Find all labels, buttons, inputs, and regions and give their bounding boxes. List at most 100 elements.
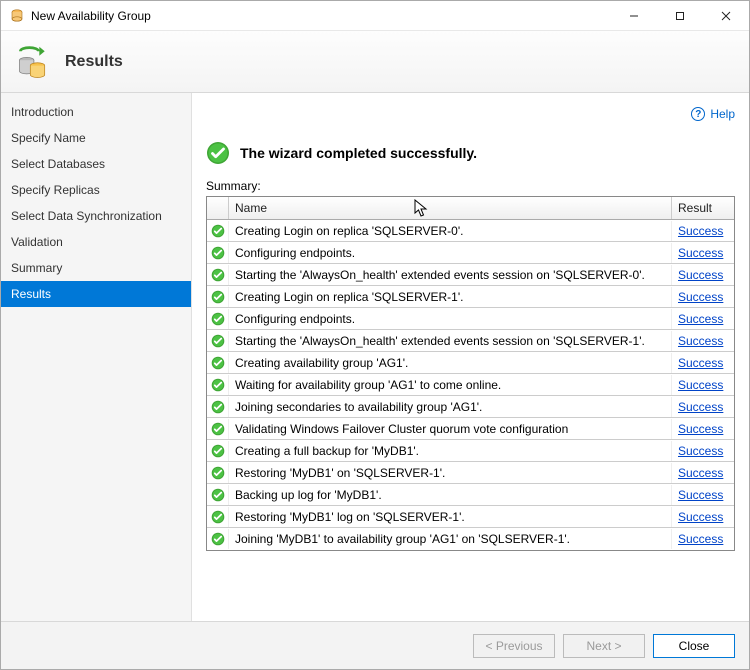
footer: < Previous Next > Close (1, 621, 749, 669)
page-title: Results (65, 53, 123, 71)
result-link[interactable]: Success (678, 224, 723, 238)
sidebar-item-introduction[interactable]: Introduction (1, 99, 191, 125)
step-result: Success (672, 419, 734, 439)
check-icon (207, 243, 229, 263)
grid-header: Name Result (207, 197, 734, 220)
sidebar-item-specify-name[interactable]: Specify Name (1, 125, 191, 151)
close-button[interactable] (703, 1, 749, 31)
result-link[interactable]: Success (678, 422, 723, 436)
table-row: Restoring 'MyDB1' on 'SQLSERVER-1'. Succe… (207, 462, 734, 484)
table-row: Starting the 'AlwaysOn_health' extended … (207, 264, 734, 286)
result-link[interactable]: Success (678, 378, 723, 392)
result-link[interactable]: Success (678, 510, 723, 524)
table-row: Backing up log for 'MyDB1'. Success (207, 484, 734, 506)
table-row: Creating Login on replica 'SQLSERVER-1'.… (207, 286, 734, 308)
step-result: Success (672, 485, 734, 505)
step-result: Success (672, 507, 734, 527)
maximize-button[interactable] (657, 1, 703, 31)
close-wizard-button[interactable]: Close (653, 634, 735, 658)
sidebar-item-results[interactable]: Results (1, 281, 191, 307)
wizard-window: New Availability Group Results Introduct… (0, 0, 750, 670)
table-row: Restoring 'MyDB1' log on 'SQLSERVER-1'. S… (207, 506, 734, 528)
status-text: The wizard completed successfully. (240, 145, 477, 161)
step-name: Starting the 'AlwaysOn_health' extended … (229, 331, 672, 351)
window-title: New Availability Group (31, 9, 611, 23)
wizard-body: IntroductionSpecify NameSelect Databases… (1, 93, 749, 621)
grid-header-result[interactable]: Result (672, 197, 734, 219)
check-icon (207, 287, 229, 307)
help-icon: ? (691, 107, 705, 121)
result-link[interactable]: Success (678, 268, 723, 282)
step-name: Validating Windows Failover Cluster quor… (229, 419, 672, 439)
result-link[interactable]: Success (678, 290, 723, 304)
main-panel: ? Help The wizard completed successfully… (192, 93, 749, 621)
step-result: Success (672, 441, 734, 461)
step-result: Success (672, 265, 734, 285)
check-icon (207, 309, 229, 329)
result-link[interactable]: Success (678, 466, 723, 480)
check-icon (207, 507, 229, 527)
step-name: Configuring endpoints. (229, 309, 672, 329)
result-link[interactable]: Success (678, 532, 723, 546)
check-icon (207, 331, 229, 351)
table-row: Joining secondaries to availability grou… (207, 396, 734, 418)
sidebar: IntroductionSpecify NameSelect Databases… (1, 93, 192, 621)
check-icon (207, 375, 229, 395)
app-icon (9, 8, 25, 24)
help-link[interactable]: Help (710, 107, 735, 121)
step-name: Configuring endpoints. (229, 243, 672, 263)
summary-label: Summary: (206, 179, 735, 193)
step-result: Success (672, 287, 734, 307)
help-area: ? Help (206, 103, 735, 125)
step-result: Success (672, 375, 734, 395)
result-link[interactable]: Success (678, 246, 723, 260)
minimize-button[interactable] (611, 1, 657, 31)
table-row: Configuring endpoints. Success (207, 308, 734, 330)
result-link[interactable]: Success (678, 356, 723, 370)
step-result: Success (672, 463, 734, 483)
sidebar-item-select-data-synchronization[interactable]: Select Data Synchronization (1, 203, 191, 229)
result-link[interactable]: Success (678, 334, 723, 348)
titlebar: New Availability Group (1, 1, 749, 31)
step-name: Creating Login on replica 'SQLSERVER-1'. (229, 287, 672, 307)
check-icon (207, 419, 229, 439)
step-name: Joining 'MyDB1' to availability group 'A… (229, 529, 672, 549)
grid-header-name[interactable]: Name (229, 197, 672, 219)
table-row: Starting the 'AlwaysOn_health' extended … (207, 330, 734, 352)
check-icon (207, 529, 229, 549)
result-link[interactable]: Success (678, 444, 723, 458)
step-name: Creating availability group 'AG1'. (229, 353, 672, 373)
database-icon (15, 44, 51, 80)
check-icon (207, 265, 229, 285)
grid-body: Creating Login on replica 'SQLSERVER-0'.… (207, 220, 734, 550)
step-name: Restoring 'MyDB1' log on 'SQLSERVER-1'. (229, 507, 672, 527)
step-name: Creating a full backup for 'MyDB1'. (229, 441, 672, 461)
check-icon (207, 353, 229, 373)
status-line: The wizard completed successfully. (206, 141, 735, 165)
check-icon (207, 485, 229, 505)
previous-button: < Previous (473, 634, 555, 658)
sidebar-item-summary[interactable]: Summary (1, 255, 191, 281)
step-name: Backing up log for 'MyDB1'. (229, 485, 672, 505)
step-result: Success (672, 309, 734, 329)
table-row: Creating Login on replica 'SQLSERVER-0'.… (207, 220, 734, 242)
result-link[interactable]: Success (678, 400, 723, 414)
grid-header-icon (207, 197, 229, 219)
step-result: Success (672, 529, 734, 549)
sidebar-item-select-databases[interactable]: Select Databases (1, 151, 191, 177)
sidebar-item-specify-replicas[interactable]: Specify Replicas (1, 177, 191, 203)
check-icon (207, 441, 229, 461)
sidebar-item-validation[interactable]: Validation (1, 229, 191, 255)
wizard-header: Results (1, 31, 749, 93)
table-row: Waiting for availability group 'AG1' to … (207, 374, 734, 396)
results-grid: Name Result Creating Login on replica 'S… (206, 196, 735, 551)
result-link[interactable]: Success (678, 488, 723, 502)
table-row: Creating a full backup for 'MyDB1'. Succe… (207, 440, 734, 462)
table-row: Creating availability group 'AG1'. Succes… (207, 352, 734, 374)
step-name: Restoring 'MyDB1' on 'SQLSERVER-1'. (229, 463, 672, 483)
step-name: Starting the 'AlwaysOn_health' extended … (229, 265, 672, 285)
step-name: Waiting for availability group 'AG1' to … (229, 375, 672, 395)
table-row: Joining 'MyDB1' to availability group 'A… (207, 528, 734, 550)
table-row: Validating Windows Failover Cluster quor… (207, 418, 734, 440)
result-link[interactable]: Success (678, 312, 723, 326)
